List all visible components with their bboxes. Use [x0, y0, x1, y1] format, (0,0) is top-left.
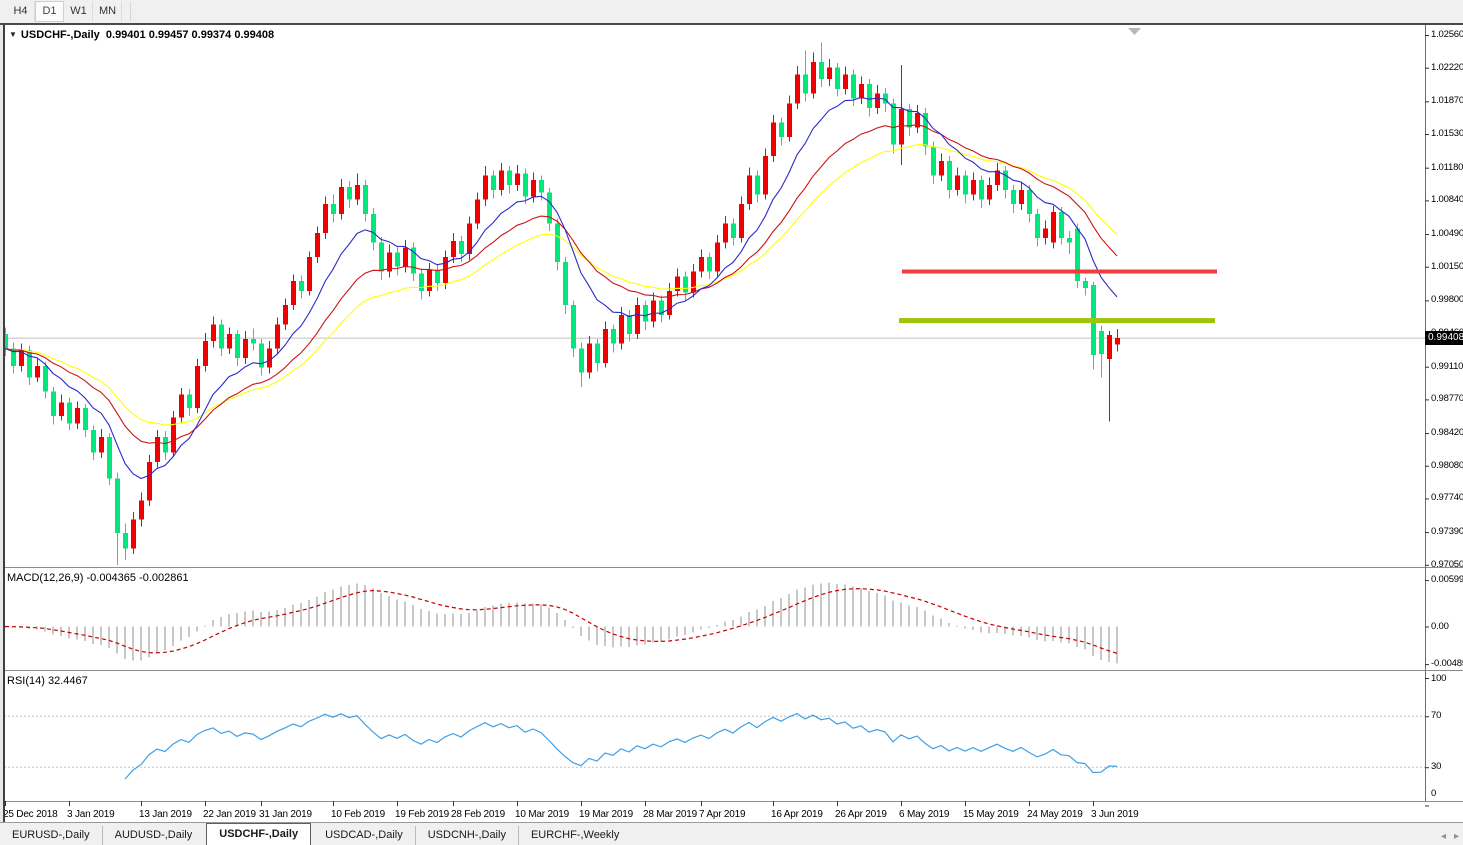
time-axis-label: 28 Feb 2019	[451, 809, 505, 820]
chart-tab-usdcnh-daily[interactable]: USDCNH-,Daily	[415, 826, 518, 845]
candles-layer	[3, 43, 1120, 565]
period-button-mn[interactable]: MN	[93, 1, 122, 22]
chart-window[interactable]: ▼ USDCHF-,Daily 0.99401 0.99457 0.99374 0…	[0, 23, 1463, 822]
support-line	[899, 318, 1215, 323]
rsi-axis-label: 0	[1431, 789, 1436, 799]
price-axis-label: 0.98420	[1431, 428, 1463, 438]
macd-axis-label: -0.004858	[1431, 659, 1463, 669]
chevron-down-icon: ▼	[9, 30, 17, 39]
tab-scroll-right-icon[interactable]: ▸	[1454, 831, 1459, 842]
rsi-axis-label: 70	[1431, 711, 1441, 721]
time-axis-label: 3 Jan 2019	[67, 809, 115, 820]
time-axis-label: 15 May 2019	[963, 809, 1019, 820]
macd-axis-label: 0.005999	[1431, 575, 1463, 585]
chart-tabs: EURUSD-,DailyAUDUSD-,DailyUSDCHF-,DailyU…	[0, 823, 631, 845]
shift-marker-icon	[1128, 28, 1141, 35]
period-button-d1[interactable]: D1	[35, 1, 64, 22]
chart-ohlc-values: 0.99401 0.99457 0.99374 0.99408	[106, 29, 274, 41]
current-price-badge: 0.99408	[1425, 331, 1463, 345]
price-axis-label: 1.00840	[1431, 195, 1463, 205]
tab-scroll-left-icon[interactable]: ◂	[1441, 831, 1446, 842]
chart-tab-eurusd-daily[interactable]: EURUSD-,Daily	[0, 826, 102, 845]
price-axis-label: 1.01870	[1431, 96, 1463, 106]
toolbar-separator	[130, 2, 131, 21]
chart-symbol-label: USDCHF-,Daily	[21, 29, 100, 41]
price-axis-label: 0.97050	[1431, 560, 1463, 570]
period-toolbar: H4D1W1MN	[0, 0, 1463, 23]
rsi-line	[125, 714, 1117, 780]
time-axis-label: 24 May 2019	[1027, 809, 1083, 820]
time-axis-label: 6 May 2019	[899, 809, 949, 820]
chart-tab-usdcad-daily[interactable]: USDCAD-,Daily	[313, 826, 415, 845]
macd-signal-line	[5, 589, 1117, 654]
price-axis-label: 0.97740	[1431, 493, 1463, 503]
resistance-line	[902, 270, 1217, 274]
rsi-axis-label: 100	[1431, 674, 1446, 684]
price-axis-label: 0.99110	[1431, 362, 1463, 372]
time-axis-label: 31 Jan 2019	[259, 809, 312, 820]
price-axis-label: 1.00150	[1431, 262, 1463, 272]
macd-values: -0.004365 -0.002861	[86, 572, 188, 584]
price-axis-label: 0.98770	[1431, 394, 1463, 404]
price-axis-label: 1.02220	[1431, 63, 1463, 73]
time-axis-label: 26 Apr 2019	[835, 809, 887, 820]
rsi-axis-label: 30	[1431, 762, 1441, 772]
time-axis-label: 13 Jan 2019	[139, 809, 192, 820]
chart-canvas[interactable]	[0, 25, 1463, 824]
time-axis-label: 16 Apr 2019	[771, 809, 823, 820]
time-axis-label: 10 Mar 2019	[515, 809, 569, 820]
chart-tab-audusd-daily[interactable]: AUDUSD-,Daily	[102, 826, 205, 845]
tab-scroll-controls: ◂ ▸	[1441, 831, 1459, 842]
time-axis-label: 19 Mar 2019	[579, 809, 633, 820]
time-axis-label: 22 Jan 2019	[203, 809, 256, 820]
price-axis-label: 0.97390	[1431, 527, 1463, 537]
time-axis-label: 28 Mar 2019	[643, 809, 697, 820]
price-axis-label: 1.00490	[1431, 229, 1463, 239]
price-axis-label: 0.98080	[1431, 461, 1463, 471]
period-button-w1[interactable]: W1	[64, 1, 93, 22]
price-axis-label: 1.02560	[1431, 30, 1463, 40]
rsi-value: 32.4467	[48, 675, 88, 687]
time-axis-label: 10 Feb 2019	[331, 809, 385, 820]
time-axis-label: 7 Apr 2019	[699, 809, 745, 820]
price-axis-label: 1.01530	[1431, 129, 1463, 139]
price-axis-label: 1.01180	[1431, 163, 1463, 173]
time-axis-label: 3 Jun 2019	[1091, 809, 1139, 820]
macd-indicator-label: MACD(12,26,9) -0.004365 -0.002861	[7, 572, 189, 584]
chart-title: ▼ USDCHF-,Daily 0.99401 0.99457 0.99374 0…	[9, 29, 274, 41]
time-axis-label: 19 Feb 2019	[395, 809, 449, 820]
chart-tab-bar: EURUSD-,DailyAUDUSD-,DailyUSDCHF-,DailyU…	[0, 822, 1463, 845]
chart-tab-eurchf-weekly[interactable]: EURCHF-,Weekly	[518, 826, 631, 845]
time-axis-label: 25 Dec 2018	[3, 809, 58, 820]
price-axis-label: 0.99800	[1431, 295, 1463, 305]
chart-tab-usdchf-daily[interactable]: USDCHF-,Daily	[206, 823, 311, 845]
period-button-h4[interactable]: H4	[6, 1, 35, 22]
rsi-indicator-label: RSI(14) 32.4467	[7, 675, 88, 687]
macd-axis-label: 0.00	[1431, 622, 1449, 632]
